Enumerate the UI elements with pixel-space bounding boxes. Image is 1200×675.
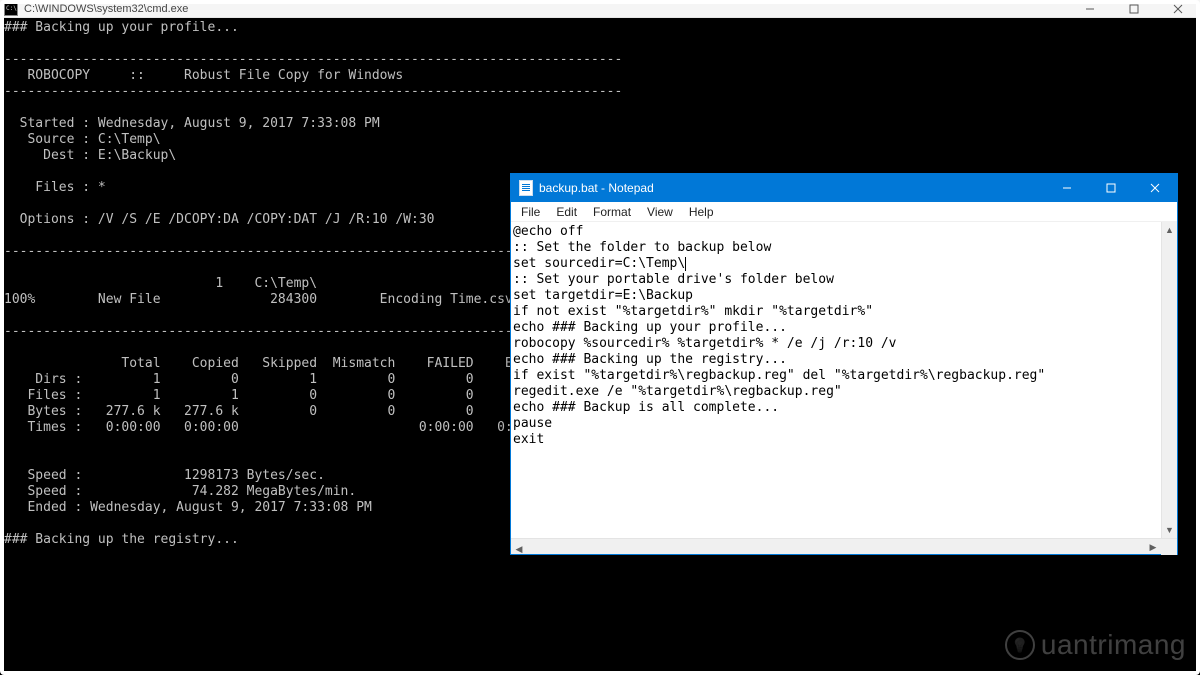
bulb-icon — [1005, 630, 1035, 660]
notepad-window: backup.bat - Notepad File Edit Format Vi… — [510, 173, 1178, 555]
notepad-title: backup.bat - Notepad — [539, 181, 1045, 195]
close-button[interactable] — [1156, 0, 1200, 18]
scrollbar-horizontal[interactable]: ◀ ▶ — [511, 538, 1177, 554]
watermark-text: uantrimang — [1041, 629, 1186, 661]
maximize-button[interactable] — [1112, 0, 1156, 18]
cmd-titlebar[interactable]: C:\WINDOWS\system32\cmd.exe — [0, 0, 1200, 18]
maximize-icon — [1129, 4, 1139, 14]
close-button[interactable] — [1133, 174, 1177, 202]
scroll-up-icon[interactable]: ▲ — [1162, 222, 1177, 238]
cmd-icon — [4, 2, 18, 16]
menu-file[interactable]: File — [513, 204, 548, 220]
scroll-corner — [1161, 539, 1177, 555]
close-icon — [1173, 4, 1183, 14]
watermark: uantrimang — [1005, 629, 1186, 661]
minimize-icon — [1085, 4, 1095, 14]
notepad-titlebar[interactable]: backup.bat - Notepad — [511, 174, 1177, 202]
scrollbar-vertical[interactable]: ▲ ▼ — [1161, 222, 1177, 538]
close-icon — [1150, 183, 1160, 193]
menu-help[interactable]: Help — [681, 204, 722, 220]
notepad-icon — [519, 180, 533, 196]
menu-view[interactable]: View — [639, 204, 681, 220]
text-cursor — [685, 257, 686, 271]
minimize-icon — [1062, 183, 1072, 193]
menu-edit[interactable]: Edit — [548, 204, 585, 220]
scroll-right-icon[interactable]: ▶ — [1145, 539, 1161, 555]
cmd-title: C:\WINDOWS\system32\cmd.exe — [22, 3, 1068, 15]
minimize-button[interactable] — [1045, 174, 1089, 202]
scroll-left-icon[interactable]: ◀ — [511, 542, 527, 558]
minimize-button[interactable] — [1068, 0, 1112, 18]
menu-format[interactable]: Format — [585, 204, 639, 220]
maximize-icon — [1106, 183, 1116, 193]
scroll-down-icon[interactable]: ▼ — [1162, 522, 1177, 538]
maximize-button[interactable] — [1089, 174, 1133, 202]
notepad-menubar: File Edit Format View Help — [511, 202, 1177, 222]
notepad-textarea[interactable]: @echo off :: Set the folder to backup be… — [511, 222, 1161, 538]
